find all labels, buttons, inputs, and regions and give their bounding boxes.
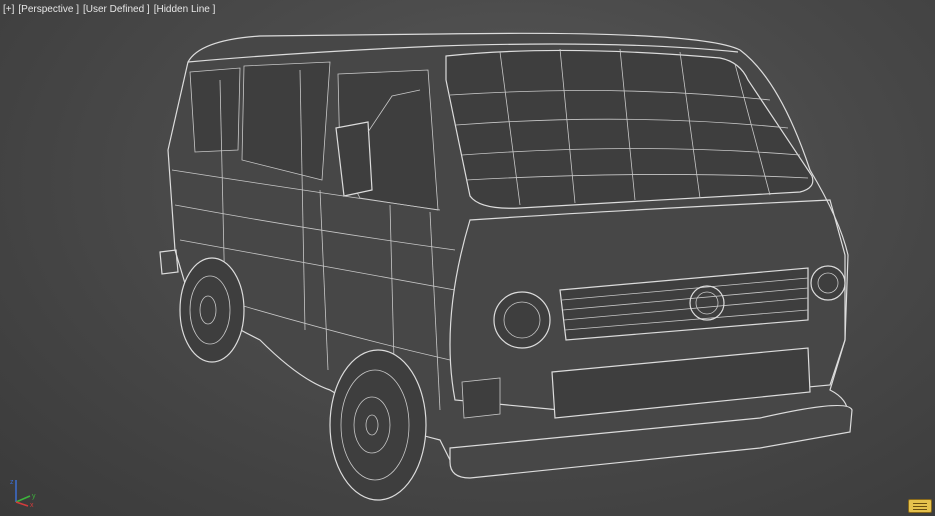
x-axis-line (15, 501, 29, 507)
y-axis-label: y (32, 493, 36, 500)
axis-tripod: z y x (10, 479, 36, 508)
turn-signal (461, 377, 501, 419)
side-window-mid (241, 61, 331, 181)
front-wheel (329, 349, 427, 501)
x-axis-label: x (30, 502, 34, 508)
perspective-viewport[interactable]: [+] [Perspective ] [User Defined ] [Hidd… (0, 0, 935, 516)
z-axis-label: z (10, 479, 14, 486)
viewcube-nav-icon[interactable] (908, 499, 932, 513)
headlight-right (810, 265, 846, 301)
van-wireframe-model[interactable] (0, 0, 935, 516)
side-window-rear (189, 67, 241, 153)
headlight-left (493, 291, 551, 349)
y-axis-line (15, 495, 31, 503)
rear-wheel (179, 257, 245, 363)
rear-bumper (159, 249, 179, 275)
